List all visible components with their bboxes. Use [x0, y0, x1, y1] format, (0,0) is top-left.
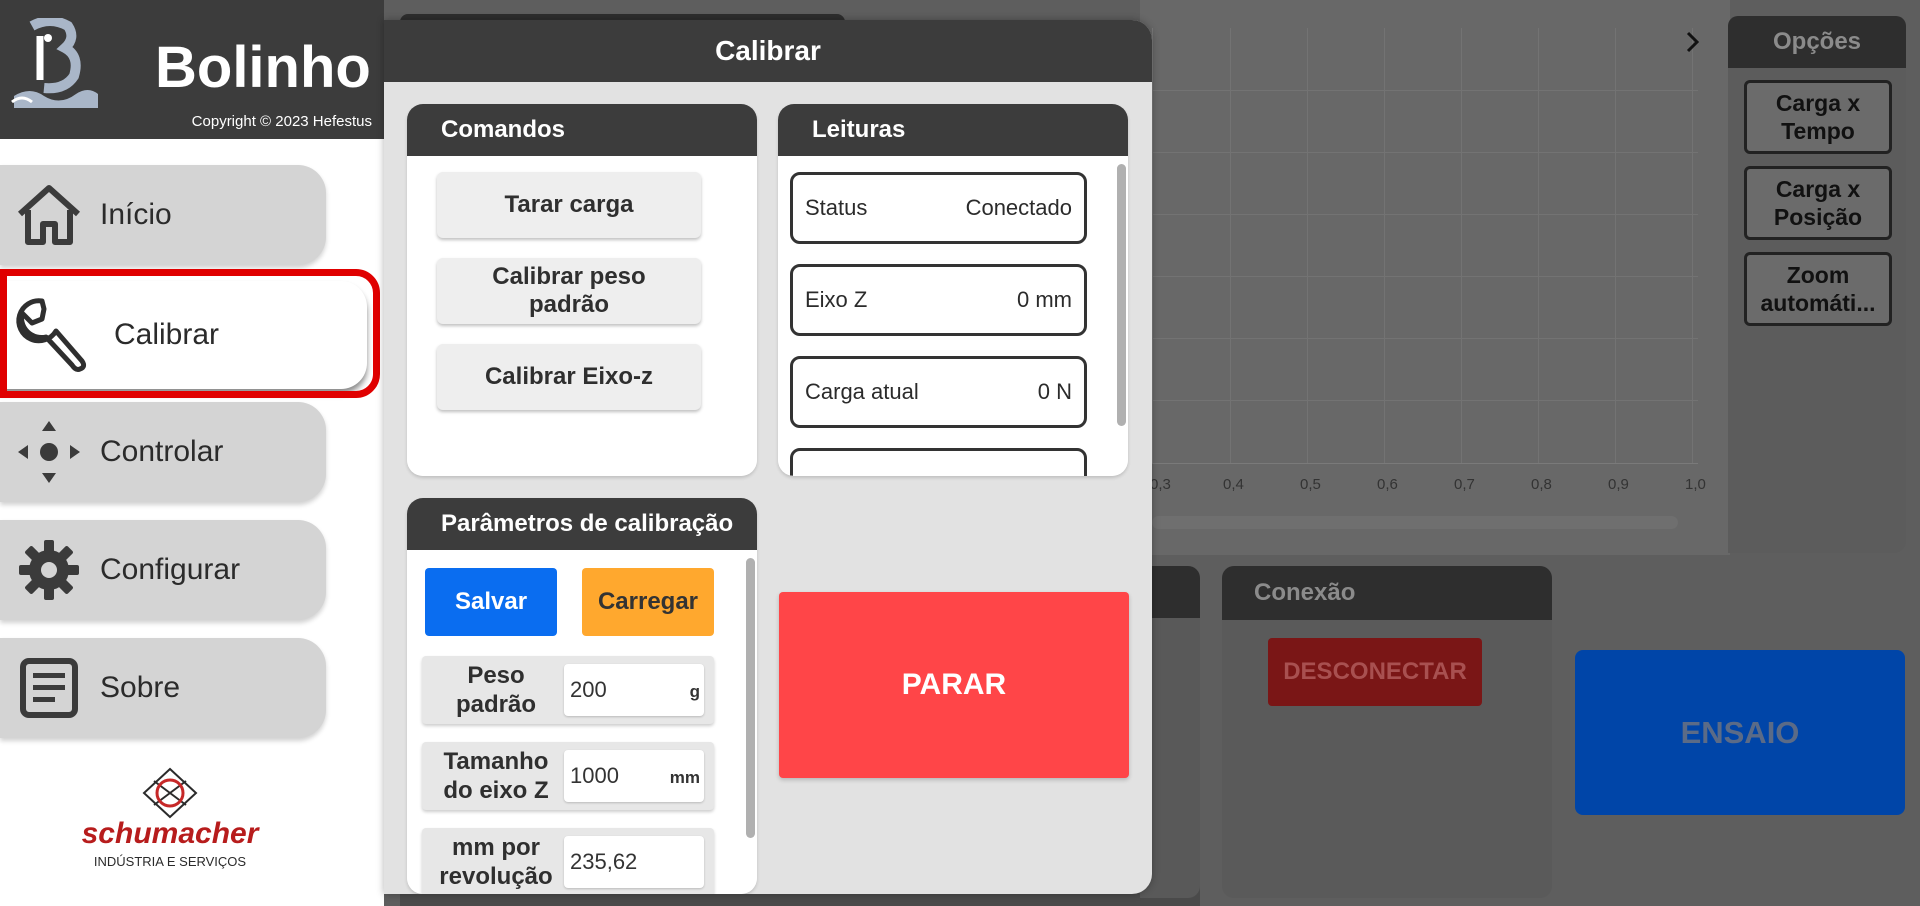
schumacher-logo: schumacher INDÚSTRIA E SERVIÇOS — [50, 765, 290, 875]
sidebar-item-label: Sobre — [100, 671, 181, 704]
chart-scrollbar[interactable] — [1152, 516, 1678, 529]
reading-current-load: Carga atual 0 N — [790, 356, 1087, 428]
params-title: Parâmetros de calibração — [407, 498, 757, 550]
reading-value: 0 N — [1037, 379, 1072, 404]
load-button[interactable]: Carregar — [582, 568, 714, 636]
params-card: Parâmetros de calibração Salvar Carregar… — [407, 498, 757, 894]
chart-plot-area — [1152, 28, 1698, 464]
app-title: Bolinho — [155, 35, 371, 100]
x-tick-label: 1,0 — [1685, 476, 1706, 493]
chevron-right-icon[interactable] — [1685, 28, 1701, 60]
option-load-time-button[interactable]: Carga x Tempo — [1744, 80, 1892, 154]
reading-value: 0 mm — [1017, 287, 1072, 312]
unit-label: g — [689, 682, 700, 701]
z-axis-size-input[interactable]: 1000 mm — [564, 750, 704, 802]
disconnect-button[interactable]: DESCONECTAR — [1268, 638, 1482, 706]
sidebar-item-label: Início — [100, 198, 172, 231]
param-z-axis-size: Tamanho do eixo Z 1000 mm — [422, 742, 714, 810]
reading-z-axis: Eixo Z 0 mm — [790, 264, 1087, 336]
mm-per-revolution-input[interactable]: 235,62 — [564, 836, 704, 888]
sidebar: Bolinho Copyright © 2023 Hefestus Início… — [0, 0, 384, 906]
input-value: 1000 — [570, 763, 619, 788]
commands-body: Tarar carga Calibrar peso padrão Calibra… — [407, 156, 757, 476]
commands-title: Comandos — [407, 104, 757, 156]
unit-label: mm — [669, 768, 700, 787]
input-value: 235,62 — [570, 849, 638, 874]
gear-icon — [14, 535, 84, 605]
x-tick-label: 0,3 — [1150, 476, 1171, 493]
x-tick-label: 0,4 — [1223, 476, 1244, 493]
svg-text:INDÚSTRIA E SERVIÇOS: INDÚSTRIA E SERVIÇOS — [94, 854, 247, 869]
sidebar-item-inicio[interactable]: Início — [0, 165, 326, 265]
connection-title: Conexão — [1222, 566, 1552, 620]
params-body: Salvar Carregar Peso padrão 200 g Tamanh… — [407, 550, 757, 894]
input-value: 200 — [570, 677, 607, 702]
param-standard-weight: Peso padrão 200 g — [422, 656, 714, 724]
calibrate-z-axis-button[interactable]: Calibrar Eixo-z — [437, 344, 701, 410]
sidebar-header: Bolinho Copyright © 2023 Hefestus — [0, 0, 384, 139]
reading-status: Status Conectado — [790, 172, 1087, 244]
sidebar-item-configurar[interactable]: Configurar — [0, 520, 326, 620]
option-auto-zoom-button[interactable]: Zoom automáti... — [1744, 252, 1892, 326]
param-label: mm por revolução — [439, 834, 553, 890]
sidebar-item-label: Configurar — [100, 553, 241, 586]
move-arrows-icon — [14, 417, 84, 487]
stop-button[interactable]: PARAR — [779, 592, 1129, 778]
readings-title: Leituras — [778, 104, 1128, 156]
calibrate-modal: Calibrar Comandos Tarar carga Calibrar p… — [384, 20, 1152, 894]
modal-title: Calibrar — [384, 20, 1152, 82]
save-button[interactable]: Salvar — [425, 568, 557, 636]
x-tick-label: 0,9 — [1608, 476, 1629, 493]
param-mm-per-revolution: mm por revolução 235,62 — [422, 828, 714, 894]
copyright-text: Copyright © 2023 Hefestus — [191, 113, 372, 130]
option-load-position-button[interactable]: Carga x Posição — [1744, 166, 1892, 240]
standard-weight-input[interactable]: 200 g — [564, 664, 704, 716]
options-title: Opções — [1728, 16, 1906, 68]
readings-card: Leituras Status Conectado Eixo Z 0 mm Ca… — [778, 104, 1128, 476]
test-button[interactable]: ENSAIO — [1575, 650, 1905, 815]
home-icon — [14, 180, 84, 250]
reading-label: Eixo Z — [805, 287, 868, 312]
param-label: Peso padrão — [455, 662, 536, 718]
x-tick-label: 0,7 — [1454, 476, 1475, 493]
calibrate-standard-weight-button[interactable]: Calibrar peso padrão — [437, 258, 701, 324]
x-tick-label: 0,8 — [1531, 476, 1552, 493]
readings-body: Status Conectado Eixo Z 0 mm Carga atual… — [778, 156, 1128, 476]
reading-label: Carga atual — [805, 379, 919, 404]
params-scrollbar[interactable] — [746, 558, 755, 838]
sidebar-item-label: Controlar — [100, 435, 224, 468]
reading-item — [790, 448, 1087, 476]
reading-value: Conectado — [965, 195, 1072, 220]
selection-highlight — [0, 269, 380, 398]
app-logo — [10, 16, 100, 118]
sidebar-item-sobre[interactable]: Sobre — [0, 638, 326, 738]
sidebar-item-controlar[interactable]: Controlar — [0, 402, 326, 502]
readings-scrollbar[interactable] — [1117, 164, 1126, 426]
reading-label: Status — [805, 195, 868, 220]
param-label: Tamanho do eixo Z — [443, 748, 549, 804]
svg-text:schumacher: schumacher — [82, 817, 261, 850]
document-icon — [14, 653, 84, 723]
x-tick-label: 0,6 — [1377, 476, 1398, 493]
tare-load-button[interactable]: Tarar carga — [437, 172, 701, 238]
commands-card: Comandos Tarar carga Calibrar peso padrã… — [407, 104, 757, 476]
x-tick-label: 0,5 — [1300, 476, 1321, 493]
